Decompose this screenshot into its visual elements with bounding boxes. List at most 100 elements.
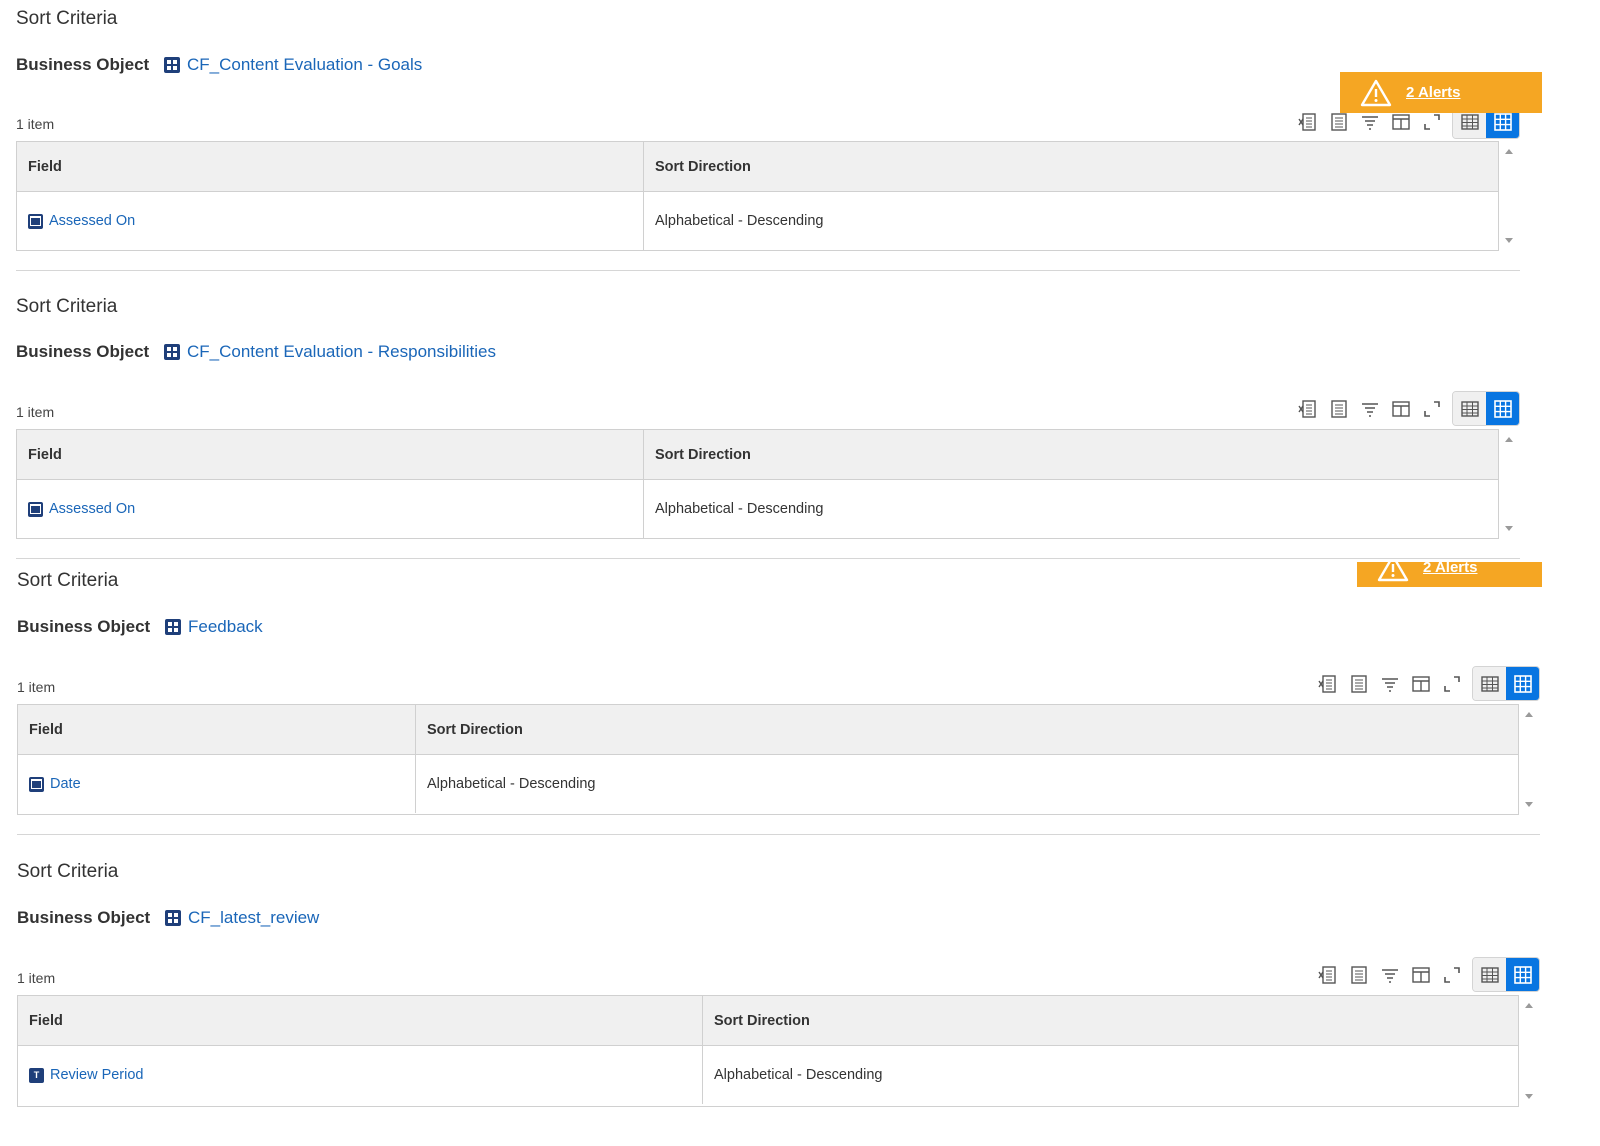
scroll-up-icon[interactable] [1525,712,1533,717]
table-row: T Review Period Alphabetical - Descending [18,1046,1518,1104]
filter-icon[interactable] [1378,672,1402,696]
fullscreen-icon[interactable] [1420,110,1444,134]
sort-direction-value: Alphabetical - Descending [655,213,824,229]
excel-export-icon[interactable] [1296,397,1320,421]
filter-icon[interactable] [1378,963,1402,987]
business-object-label: Business Object [16,55,150,74]
print-icon[interactable] [1327,397,1351,421]
column-layout-icon[interactable] [1389,397,1413,421]
column-header-sort-direction[interactable]: Sort Direction [703,996,1518,1045]
table-row: Date Alphabetical - Descending [18,755,1518,813]
column-header-sort-direction[interactable]: Sort Direction [416,705,1518,754]
table-view-icon[interactable] [1453,392,1486,425]
sort-direction-value: Alphabetical - Descending [427,776,596,792]
field-link[interactable]: T Review Period [29,1067,144,1083]
sort-direction-value: Alphabetical - Descending [714,1067,883,1083]
filter-icon[interactable] [1358,397,1382,421]
scroll-up-icon[interactable] [1505,149,1513,154]
business-object-row: Business Object CF_Content Evaluation - … [16,342,496,362]
item-count: 1 item [16,404,55,420]
excel-export-icon[interactable] [1316,672,1340,696]
business-object-icon [164,57,180,73]
column-header-field[interactable]: Field [18,996,703,1045]
business-object-icon [164,344,180,360]
business-object-label: Business Object [16,342,150,361]
warning-icon [1377,562,1409,581]
vertical-scrollbar[interactable] [1500,429,1520,539]
business-object-row: Business Object Feedback [17,617,263,637]
filter-icon[interactable] [1358,110,1382,134]
business-object-row: Business Object CF_Content Evaluation - … [16,55,422,75]
alerts-banner[interactable]: 2 Alerts [1340,72,1542,113]
vertical-scrollbar[interactable] [1520,995,1540,1107]
scroll-down-icon[interactable] [1505,526,1513,531]
vertical-scrollbar[interactable] [1500,141,1520,251]
scroll-down-icon[interactable] [1525,802,1533,807]
sort-grid: Field Sort Direction Assessed On Alphabe… [16,141,1520,251]
column-layout-icon[interactable] [1409,672,1433,696]
section-title: Sort Criteria [17,861,119,882]
item-count: 1 item [17,970,56,986]
business-object-link[interactable]: CF_Content Evaluation - Goals [187,55,422,75]
business-object-link[interactable]: CF_latest_review [188,908,319,928]
field-link[interactable]: Assessed On [28,213,135,229]
column-header-field[interactable]: Field [17,142,644,191]
fullscreen-icon[interactable] [1440,963,1464,987]
business-object-label: Business Object [17,617,151,636]
alerts-link[interactable]: 2 Alerts [1406,84,1460,101]
fullscreen-icon[interactable] [1440,672,1464,696]
warning-icon [1360,79,1392,106]
column-header-field[interactable]: Field [18,705,416,754]
column-header-sort-direction[interactable]: Sort Direction [644,430,1498,479]
divider [16,558,1520,559]
alerts-link[interactable]: 2 Alerts [1423,562,1477,576]
vertical-scrollbar[interactable] [1520,704,1540,815]
print-icon[interactable] [1347,963,1371,987]
business-object-link[interactable]: Feedback [188,617,263,637]
item-count: 1 item [16,116,55,132]
calendar-icon [29,776,44,792]
scroll-down-icon[interactable] [1525,1094,1533,1099]
business-object-icon [165,619,181,635]
grid-view-icon[interactable] [1486,392,1519,425]
divider [17,834,1540,835]
table-view-icon[interactable] [1473,667,1506,700]
business-object-label: Business Object [17,908,151,927]
view-toggle [1472,957,1540,992]
grid-view-icon[interactable] [1506,667,1539,700]
excel-export-icon[interactable] [1296,110,1320,134]
sort-grid: Field Sort Direction T Review Period Alph… [17,995,1540,1107]
column-layout-icon[interactable] [1389,110,1413,134]
business-object-icon [165,910,181,926]
business-object-link[interactable]: CF_Content Evaluation - Responsibilities [187,342,496,362]
section-title: Sort Criteria [17,570,119,591]
calendar-icon [28,213,43,229]
table-view-icon[interactable] [1473,958,1506,991]
scroll-up-icon[interactable] [1505,437,1513,442]
alerts-banner[interactable]: 2 Alerts [1357,562,1542,587]
column-header-field[interactable]: Field [17,430,644,479]
field-link[interactable]: Date [29,776,81,792]
column-layout-icon[interactable] [1409,963,1433,987]
divider [16,270,1520,271]
business-object-row: Business Object CF_latest_review [17,908,319,928]
grid-toolbar [1309,957,1540,992]
table-row: Assessed On Alphabetical - Descending [17,192,1498,250]
scroll-down-icon[interactable] [1505,238,1513,243]
view-toggle [1452,391,1520,426]
scroll-up-icon[interactable] [1525,1003,1533,1008]
view-toggle [1472,666,1540,701]
section-title: Sort Criteria [16,8,118,29]
sort-grid: Field Sort Direction Assessed On Alphabe… [16,429,1520,539]
print-icon[interactable] [1327,110,1351,134]
grid-view-icon[interactable] [1506,958,1539,991]
fullscreen-icon[interactable] [1420,397,1444,421]
sort-grid: Field Sort Direction Date Alphabetical -… [17,704,1540,815]
excel-export-icon[interactable] [1316,963,1340,987]
print-icon[interactable] [1347,672,1371,696]
grid-toolbar [1289,391,1520,426]
column-header-sort-direction[interactable]: Sort Direction [644,142,1498,191]
field-link[interactable]: Assessed On [28,501,135,517]
calendar-icon [28,501,43,517]
sort-direction-value: Alphabetical - Descending [655,501,824,517]
